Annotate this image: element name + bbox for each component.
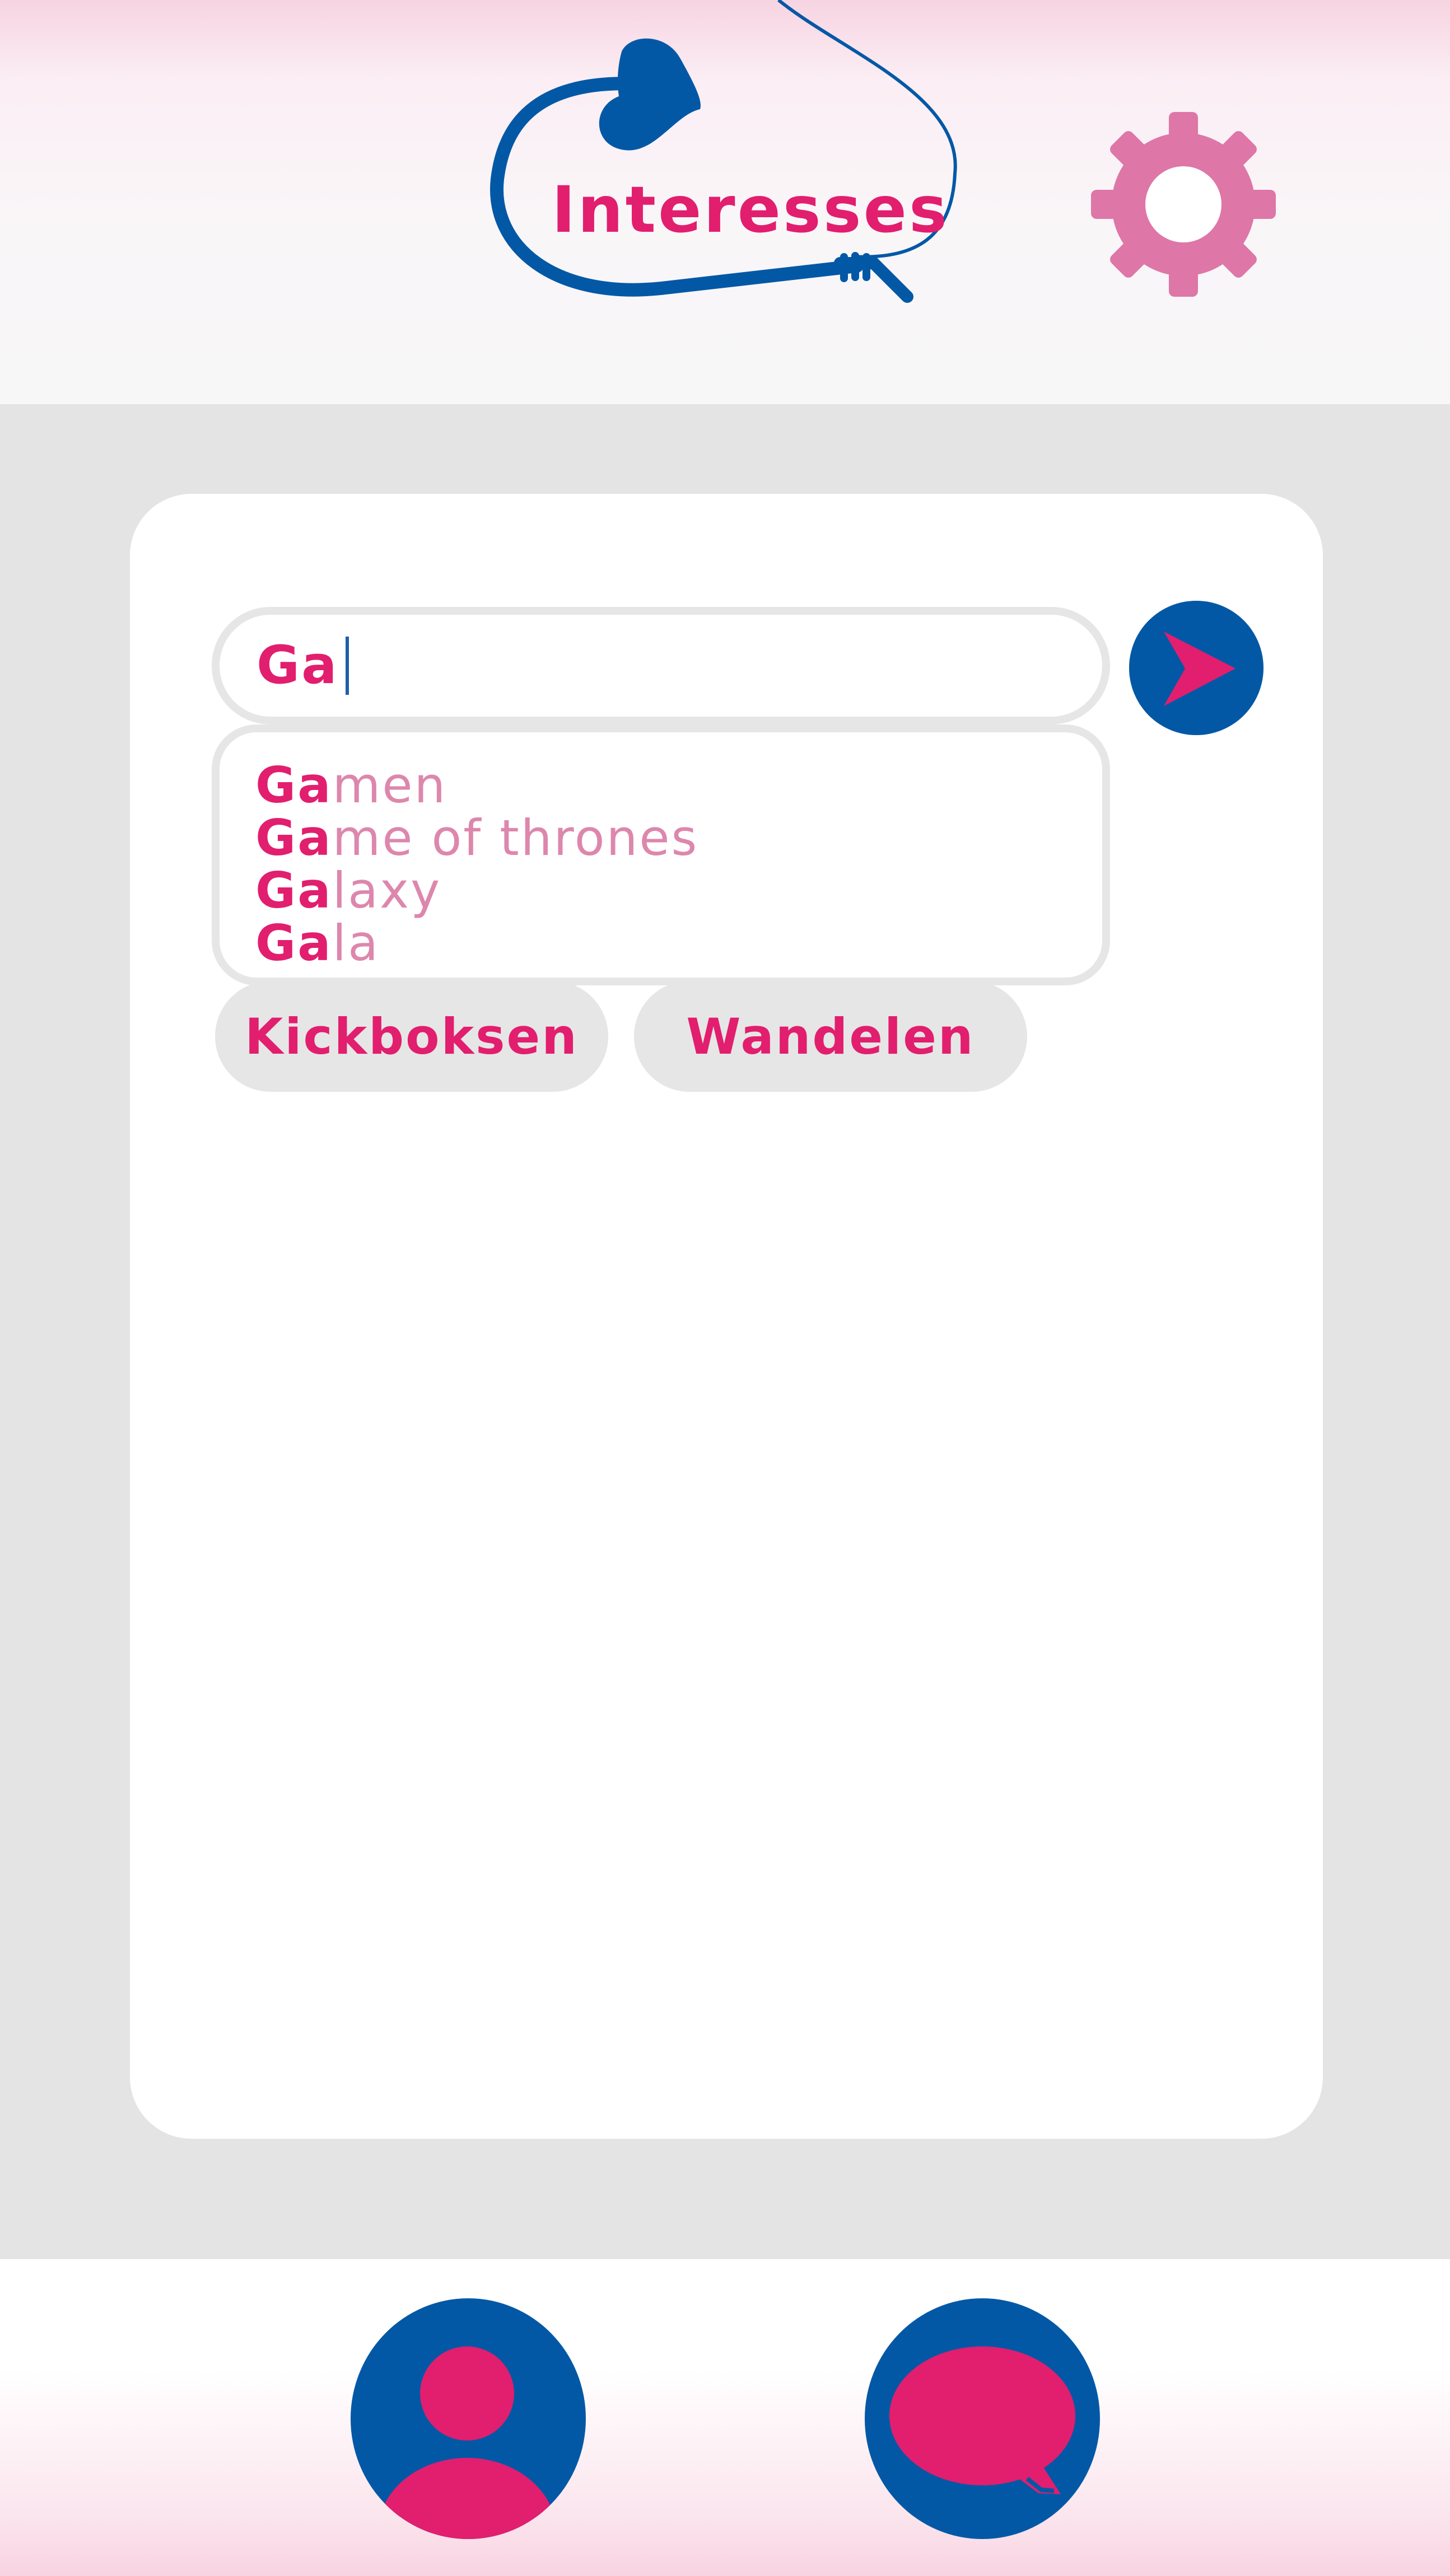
suggestion-match: Ga [255, 756, 333, 814]
chat-bubble-icon [865, 2298, 1100, 2539]
suggestion-rest: men [332, 756, 447, 814]
suggestion-item[interactable]: Galaxy [255, 864, 1102, 917]
suggestion-match: Ga [255, 809, 333, 867]
suggestion-item[interactable]: Game of thrones [255, 812, 1102, 864]
suggestion-rest: me of thrones [332, 809, 699, 867]
send-button[interactable] [1129, 601, 1263, 735]
profile-icon [351, 2298, 586, 2539]
settings-button[interactable] [1091, 112, 1276, 297]
chat-button[interactable] [865, 2298, 1100, 2539]
search-input[interactable]: Ga [212, 607, 1110, 724]
suggestion-item[interactable]: Gala [255, 917, 1102, 970]
suggestion-rest: la [332, 914, 380, 972]
text-caret [345, 637, 349, 695]
suggestion-item[interactable]: Gamen [255, 759, 1102, 812]
header: Interesses [0, 0, 1450, 404]
gear-icon [1091, 112, 1276, 297]
suggestion-match: Ga [255, 914, 333, 972]
search-input-value: Ga [257, 635, 339, 696]
interest-chip-wandelen[interactable]: Wandelen [634, 981, 1027, 1092]
suggestion-rest: laxy [332, 862, 442, 919]
profile-button[interactable] [351, 2298, 586, 2539]
send-arrow-icon [1164, 632, 1235, 706]
suggestion-dropdown: Gamen Game of thrones Galaxy Gala [212, 724, 1110, 985]
bottom-nav [0, 2259, 1450, 2576]
suggestion-match: Ga [255, 862, 333, 919]
page-title: Interesses [552, 172, 949, 247]
interest-chip-kickboksen[interactable]: Kickboksen [215, 981, 608, 1092]
